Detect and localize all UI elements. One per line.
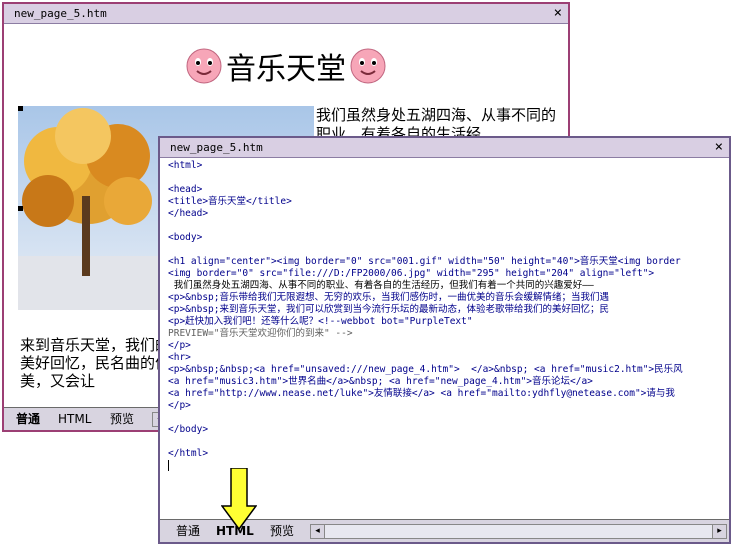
image-selection-handle[interactable] [18, 206, 23, 211]
code-line: <head> [168, 184, 203, 195]
code-line: ​ [168, 220, 719, 232]
front-close-icon[interactable]: × [715, 138, 723, 157]
front-window-title: new_page_5.htm [170, 141, 263, 154]
code-line: ​ [168, 172, 719, 184]
code-line: 我们虽然身处五湖四海、从事不同的职业、有着各自的生活经历，但我们有着一个共同的兴… [168, 280, 594, 291]
code-line: <html> [168, 160, 203, 171]
heading-text: 音乐天堂 [226, 52, 346, 87]
code-line: <p>&nbsp;音乐带给我们无限遐想、无穷的欢乐，当我们感伤时，一曲优美的音乐… [168, 292, 609, 303]
code-line: ​ [168, 244, 719, 256]
tab-preview[interactable]: 预览 [104, 411, 140, 428]
front-window-titlebar[interactable]: new_page_5.htm × [160, 138, 729, 158]
code-line: <h1 align="center"><img border="0" src="… [168, 256, 681, 267]
code-line: PREVIEW="音乐天堂欢迎你们的到来" --> [168, 328, 353, 339]
tab-preview[interactable]: 预览 [264, 523, 300, 540]
welcome-paragraph: 来到音乐天堂，我们的美好回忆，民名曲的优美，又会让 [20, 336, 171, 390]
text-cursor [168, 460, 169, 471]
code-line: </p> [168, 400, 191, 411]
yellow-arrow-icon [221, 468, 257, 530]
html-source-editor[interactable]: <html>​<head><title>音乐天堂</title></head>​… [168, 160, 719, 518]
code-line: ​ [168, 436, 719, 448]
tab-normal[interactable]: 普通 [10, 411, 46, 428]
code-line: <body> [168, 232, 203, 243]
image-selection-handle[interactable] [18, 106, 23, 111]
scroll-right-icon[interactable]: ▸ [712, 525, 726, 538]
code-line: <img border="0" src="file:///D:/FP2000/0… [168, 268, 655, 279]
code-line: <a href="music3.htm">世界名曲</a>&nbsp; <a h… [168, 376, 593, 387]
code-line: </body> [168, 424, 209, 435]
tab-html[interactable]: HTML [52, 411, 97, 428]
back-window-titlebar[interactable]: new_page_5.htm × [4, 4, 568, 24]
code-line: </p> [168, 340, 191, 351]
back-window-title: new_page_5.htm [14, 7, 107, 20]
code-line: <hr> [168, 352, 191, 363]
code-line: <p>赶快加入我们吧！还等什么呢？<!--webbot bot="PurpleT… [168, 316, 473, 327]
front-horizontal-scrollbar[interactable]: ◂ ▸ [310, 524, 727, 539]
code-line: ​ [168, 412, 719, 424]
scroll-left-icon[interactable]: ◂ [311, 525, 325, 538]
code-line: <p>&nbsp;来到音乐天堂，我们可以欣赏到当今流行乐坛的最新动态，体验老歌带… [168, 304, 609, 315]
back-close-icon[interactable]: × [554, 4, 562, 23]
code-line: <title>音乐天堂</title> [168, 196, 292, 207]
tab-normal[interactable]: 普通 [170, 523, 206, 540]
code-line: <a href="http://www.nease.net/luke">友情联接… [168, 388, 675, 399]
code-line: <p>&nbsp;&nbsp;<a href="unsaved:///new_p… [168, 364, 683, 375]
smiley-icon [350, 48, 386, 84]
code-line: </head> [168, 208, 209, 219]
code-line: </html> [168, 448, 209, 459]
smiley-icon [186, 48, 222, 84]
page-heading: 音乐天堂 [4, 44, 568, 88]
